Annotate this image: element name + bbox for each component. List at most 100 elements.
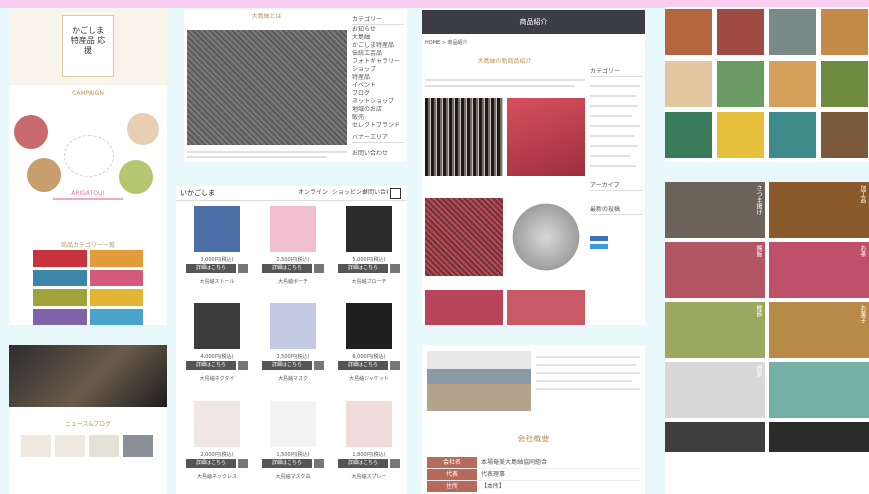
about-sidebar-title: カテゴリー <box>352 16 404 25</box>
food-thumbnail[interactable] <box>717 60 764 107</box>
category-tile[interactable] <box>33 269 87 286</box>
category-tile[interactable] <box>89 250 143 267</box>
category-tile[interactable] <box>33 308 87 325</box>
table-value: 本場奄美大島紬協同組合 <box>481 459 548 466</box>
more-icon[interactable] <box>238 458 248 468</box>
food-thumbnail[interactable] <box>665 9 712 55</box>
food-category-tile[interactable]: お菓子 <box>769 302 869 358</box>
product-detail-button[interactable]: 詳細はこちら <box>186 264 236 273</box>
sidebar-line[interactable] <box>590 105 638 107</box>
food-category-tile[interactable]: 鰹節 <box>665 302 765 358</box>
food-category-tile[interactable]: さつま揚げ <box>665 182 765 238</box>
food-thumbnail[interactable] <box>821 60 868 107</box>
category-tiles <box>33 250 143 325</box>
product-detail-button[interactable]: 詳細はこちら <box>186 458 236 468</box>
food-category-tile[interactable] <box>769 422 869 452</box>
news-item[interactable] <box>55 435 85 457</box>
category-tile[interactable] <box>89 289 143 306</box>
sidebar-item[interactable]: かごしま特産品 <box>352 42 404 50</box>
sidebar-line[interactable] <box>590 125 640 127</box>
share-button[interactable] <box>590 236 608 241</box>
product-image[interactable] <box>194 206 240 252</box>
sidebar-line[interactable] <box>590 145 638 147</box>
product-name: 大島紬マスク白 <box>275 473 311 480</box>
menu-icon[interactable] <box>390 188 401 199</box>
contact-link[interactable]: お問い合わせ <box>352 150 404 158</box>
news-item[interactable] <box>89 435 119 457</box>
more-icon[interactable] <box>314 458 324 468</box>
category-tile[interactable] <box>89 308 143 325</box>
nav-item[interactable]: お問い合わせ <box>362 189 388 197</box>
sidebar-item[interactable]: 特産品 <box>352 74 404 82</box>
more-icon[interactable] <box>390 264 400 273</box>
food-thumbnail[interactable] <box>665 60 712 107</box>
more-icon[interactable] <box>238 361 248 371</box>
product-image[interactable] <box>270 206 316 252</box>
more-icon[interactable] <box>390 361 400 371</box>
product-detail-button[interactable]: 詳細はこちら <box>338 361 388 371</box>
food-category-tile[interactable]: 加工品 <box>769 182 869 238</box>
sidebar-item[interactable]: お知らせ <box>352 26 404 34</box>
product-image[interactable] <box>194 303 240 350</box>
sidebar-item[interactable]: セレクトブランド <box>352 122 404 130</box>
sidebar-line[interactable] <box>590 155 630 157</box>
food-thumbnail[interactable] <box>769 60 816 107</box>
sidebar-item[interactable]: フォトギャラリー <box>352 58 404 66</box>
food-category-tile[interactable] <box>769 362 869 418</box>
product-card: 3,500円(税込) 詳細はこちら 大島紬マスク <box>262 303 324 395</box>
product-image[interactable] <box>270 303 316 350</box>
sidebar-item[interactable]: イベント <box>352 82 404 90</box>
sidebar-item[interactable]: ブログ <box>352 90 404 98</box>
category-tile[interactable] <box>33 289 87 306</box>
sidebar-line[interactable] <box>590 115 632 117</box>
product-image[interactable] <box>346 206 392 252</box>
product-image[interactable] <box>194 400 240 447</box>
product-image[interactable] <box>270 400 316 447</box>
news-item[interactable] <box>21 435 51 457</box>
more-icon[interactable] <box>314 361 324 371</box>
product-detail-button[interactable]: 詳細はこちら <box>338 264 388 273</box>
food-thumbnail[interactable] <box>769 112 816 159</box>
more-icon[interactable] <box>390 458 400 468</box>
product-detail-button[interactable]: 詳細はこちら <box>262 361 312 371</box>
food-thumbnail[interactable] <box>769 9 816 55</box>
food-category-tile[interactable] <box>665 422 765 452</box>
site-logo[interactable]: いかごしま <box>180 189 215 197</box>
product-detail-button[interactable]: 詳細はこちら <box>186 361 236 371</box>
food-category-tile[interactable]: 鶏飯 <box>665 242 765 298</box>
panel-products: いかごしま オンライン ショッピング お問い合わせ 3,000円(税込)詳細はこ… <box>176 186 407 494</box>
sidebar-line[interactable] <box>590 135 634 137</box>
sidebar-item[interactable]: ネットショップ <box>352 98 404 106</box>
category-tile[interactable] <box>89 269 143 286</box>
news-title: ニュース&ブログ <box>64 421 112 428</box>
sidebar-item[interactable]: 販売 <box>352 114 404 122</box>
more-icon[interactable] <box>314 264 324 273</box>
share-button[interactable] <box>590 244 608 249</box>
sidebar-line[interactable] <box>590 85 640 87</box>
sidebar-item[interactable]: 伝統工芸品 <box>352 50 404 58</box>
food-thumbnail[interactable] <box>665 112 712 159</box>
product-image[interactable] <box>346 400 392 447</box>
breadcrumb[interactable]: HOME > 商品紹介 <box>425 39 468 47</box>
category-tile[interactable] <box>33 250 87 267</box>
sidebar-item[interactable]: 地域のお店 <box>352 106 404 114</box>
nav-item[interactable]: オンライン <box>298 189 328 197</box>
sidebar-line[interactable] <box>590 95 636 97</box>
food-thumbnail[interactable] <box>717 112 764 159</box>
sidebar-item[interactable]: ショップ <box>352 66 404 74</box>
food-thumbnail[interactable] <box>821 9 868 55</box>
food-thumbnail[interactable] <box>717 9 764 55</box>
product-detail-button[interactable]: 詳細はこちら <box>338 458 388 468</box>
product-name: 大島紬ブローチ <box>351 279 387 285</box>
food-category-tile[interactable]: お茶 <box>769 242 869 298</box>
more-icon[interactable] <box>238 264 248 273</box>
table-key: 代表 <box>427 469 477 480</box>
product-detail-button[interactable]: 詳細はこちら <box>262 458 312 468</box>
product-detail-button[interactable]: 詳細はこちら <box>262 264 312 273</box>
product-image[interactable] <box>346 303 392 350</box>
food-category-tile[interactable]: 野菜 <box>665 362 765 418</box>
sidebar-line[interactable] <box>590 165 636 167</box>
food-thumbnail[interactable] <box>821 112 868 159</box>
sidebar-item[interactable]: 大島紬 <box>352 34 404 42</box>
news-item[interactable] <box>123 435 153 457</box>
